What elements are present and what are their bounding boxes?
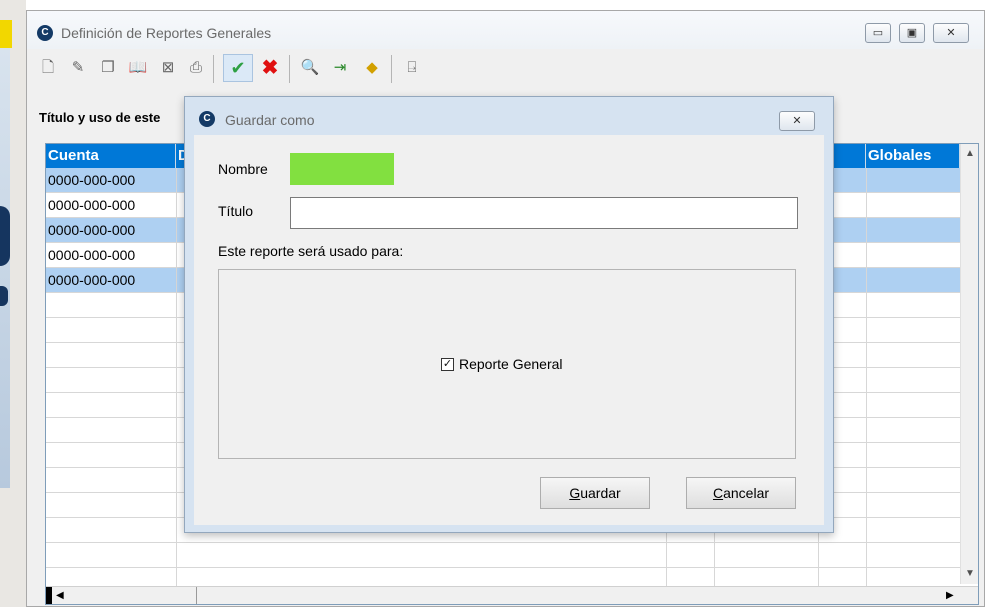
main-titlebar: C Definición de Reportes Generales ▭ ▣ ✕: [27, 11, 984, 49]
cancelar-mnemonic: C: [712, 485, 724, 501]
search-icon[interactable]: 🔍: [299, 57, 321, 79]
cancelar-button[interactable]: Cancelar: [686, 477, 796, 509]
delete-icon[interactable]: ⊠: [157, 57, 179, 79]
nombre-input[interactable]: [290, 153, 394, 185]
desktop-logo-fragment-small: [0, 286, 8, 306]
scroll-right-icon[interactable]: ▶: [946, 590, 954, 601]
column-header-globales[interactable]: Globales: [866, 144, 960, 168]
table-row[interactable]: [46, 543, 960, 568]
guardar-button[interactable]: Guardar: [540, 477, 650, 509]
cancelar-label: ancelar: [723, 485, 770, 501]
guardar-label: uardar: [580, 485, 621, 501]
scroll-down-icon[interactable]: ▼: [965, 568, 975, 579]
new-doc-icon[interactable]: 🗋: [37, 57, 59, 79]
desktop-logo-fragment: [0, 206, 10, 266]
cuenta-cell[interactable]: 0000-000-000: [48, 193, 135, 217]
dialog-title: Guardar como: [225, 112, 315, 128]
minimize-button[interactable]: ▭: [865, 23, 891, 43]
copy-icon[interactable]: ❐: [97, 57, 119, 79]
guardar-mnemonic: G: [569, 485, 581, 501]
scroll-position-marker: [46, 587, 52, 604]
close-icon: ✕: [792, 115, 802, 127]
scroll-left-icon[interactable]: ◀: [56, 590, 64, 601]
dialog-close-button[interactable]: ✕: [779, 111, 815, 131]
check-icon: ✓: [442, 358, 453, 370]
reporte-general-label[interactable]: Reporte General: [459, 356, 563, 372]
toolbar-separator: [391, 55, 392, 83]
cuenta-cell[interactable]: 0000-000-000: [48, 218, 135, 242]
toolbar: 🗋 ✎ ❐ 📖 ⊠ ⎙ ✔ ✖ 🔍 ⇥ ◆ ⍈: [27, 51, 984, 85]
accept-icon[interactable]: ✔: [223, 54, 253, 82]
import-icon[interactable]: ⇥: [329, 57, 351, 79]
cuenta-cell[interactable]: 0000-000-000: [48, 268, 135, 292]
toolbar-separator: [213, 55, 214, 83]
nombre-label: Nombre: [218, 161, 268, 177]
reporte-general-checkbox[interactable]: ✓: [441, 358, 454, 371]
window-title: Definición de Reportes Generales: [61, 25, 272, 41]
usage-label: Este reporte será usado para:: [218, 243, 404, 259]
edit-icon[interactable]: ✎: [67, 57, 89, 79]
minimize-icon: ▭: [872, 27, 884, 39]
print-icon[interactable]: ⎙: [185, 57, 207, 79]
maximize-icon: ▣: [906, 27, 918, 39]
exit-icon[interactable]: ⍈: [401, 57, 423, 79]
usage-group-box: ✓ Reporte General: [218, 269, 796, 459]
dialog-body: Nombre Título Este reporte será usado pa…: [194, 135, 824, 525]
open-icon[interactable]: 📖: [127, 57, 149, 79]
close-button[interactable]: ✕: [933, 23, 969, 43]
section-label: Título y uso de este: [39, 110, 161, 125]
desktop-yellow-strip: [0, 20, 12, 48]
titulo-input[interactable]: [290, 197, 798, 229]
cancel-icon[interactable]: ✖: [259, 57, 281, 79]
desktop-blue-panel: [0, 48, 10, 488]
column-divider: [176, 168, 177, 588]
cuenta-cell[interactable]: 0000-000-000: [48, 243, 135, 267]
save-as-dialog: C Guardar como ✕ Nombre Título Este repo…: [184, 96, 834, 533]
maximize-button[interactable]: ▣: [899, 23, 925, 43]
vertical-scrollbar[interactable]: ▲ ▼: [960, 144, 978, 584]
dialog-logo-icon: C: [199, 111, 215, 127]
scroll-thumb-edge: [196, 587, 197, 604]
app-logo-icon: C: [37, 25, 53, 41]
column-divider: [866, 168, 867, 588]
toolbar-separator: [289, 55, 290, 83]
column-header-cuenta[interactable]: Cuenta: [46, 144, 176, 168]
close-icon: ✕: [946, 27, 956, 39]
clear-icon[interactable]: ◆: [361, 57, 383, 79]
cuenta-cell[interactable]: 0000-000-000: [48, 168, 135, 192]
scroll-up-icon[interactable]: ▲: [965, 148, 975, 159]
titulo-label: Título: [218, 203, 254, 219]
horizontal-scrollbar[interactable]: ◀ ▶: [46, 586, 978, 604]
